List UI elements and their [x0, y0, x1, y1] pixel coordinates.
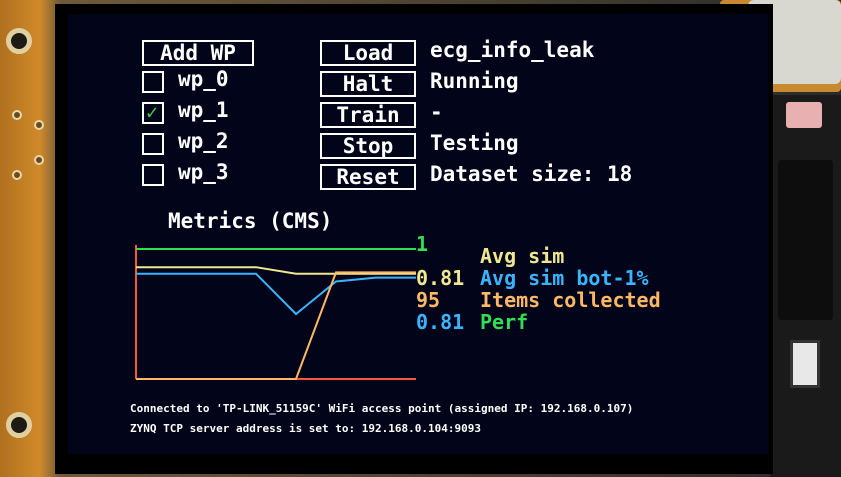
server-address: ZYNQ TCP server address is set to: 192.1…: [130, 422, 481, 435]
metric-label-avg-sim: Avg sim: [480, 244, 565, 268]
dataset-size: Dataset size: 18: [430, 162, 633, 186]
board-label-area: [778, 160, 833, 320]
connector: [790, 340, 820, 388]
wp-0-label: wp_0: [178, 67, 229, 91]
solder-pad: [12, 110, 22, 120]
wp-3-checkbox[interactable]: [142, 164, 164, 186]
train-button[interactable]: Train: [320, 102, 416, 128]
metric-label-items: Items collected: [480, 288, 661, 312]
train-status: -: [430, 100, 443, 124]
solder-pad: [34, 155, 44, 165]
add-wp-button[interactable]: Add WP: [142, 40, 254, 66]
solder-pad: [34, 120, 44, 130]
metric-label-perf: Perf: [480, 310, 529, 334]
metrics-title: Metrics (CMS): [168, 209, 333, 233]
series-line-avg-sim-bot-1-: [136, 272, 416, 316]
series-line-items-collected: [136, 271, 416, 380]
reset-button[interactable]: Reset: [320, 164, 416, 190]
lcd-display: Add WP wp_0 ✓ wp_1 wp_2 wp_3 Load Halt T…: [68, 14, 768, 454]
metrics-chart: [135, 245, 416, 380]
checkmark-icon: ✓: [146, 100, 159, 124]
metric-value-perf: 1: [416, 232, 429, 256]
status-led: [786, 102, 822, 128]
wp-1-checkbox[interactable]: ✓: [142, 100, 164, 124]
metric-value-avg-sim: 0.81: [416, 266, 465, 290]
metric-value-avg-sim-bot: 0.81: [416, 310, 465, 334]
wp-1-label: wp_1: [178, 98, 229, 122]
loaded-dataset-name: ecg_info_leak: [430, 38, 595, 62]
solder-pad: [12, 170, 22, 180]
stop-button[interactable]: Stop: [320, 133, 416, 159]
metric-value-items: 95: [416, 288, 441, 312]
halt-button[interactable]: Halt: [320, 71, 416, 97]
mount-hole-bottom: [6, 412, 32, 438]
wp-2-label: wp_2: [178, 129, 229, 153]
run-status: Running: [430, 69, 519, 93]
wp-3-label: wp_3: [178, 160, 229, 184]
test-status: Testing: [430, 131, 519, 155]
metric-label-avg-sim-bot: Avg sim bot-1%: [480, 266, 649, 290]
wifi-status: Connected to 'TP-LINK_51159C' WiFi acces…: [130, 402, 634, 415]
load-button[interactable]: Load: [320, 40, 416, 66]
mount-hole-top: [6, 28, 32, 54]
wp-2-checkbox[interactable]: [142, 133, 164, 155]
wp-0-checkbox[interactable]: [142, 71, 164, 93]
